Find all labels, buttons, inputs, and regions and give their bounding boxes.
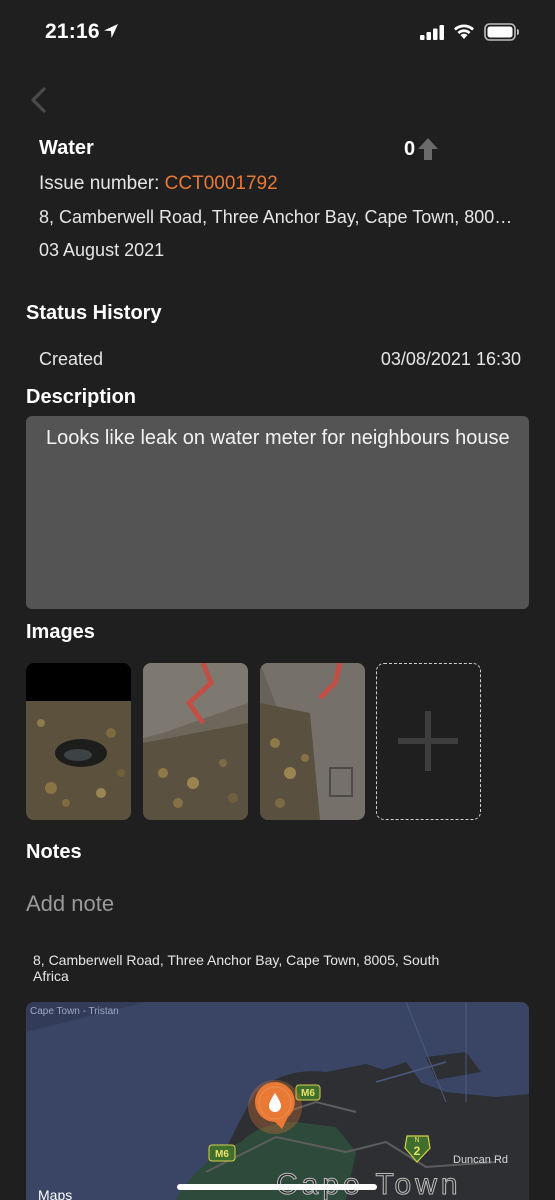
description-heading: Description — [26, 386, 137, 408]
svg-text:M6: M6 — [301, 1088, 315, 1099]
back-button[interactable] — [26, 84, 52, 116]
map-street-label: Duncan Rd — [453, 1154, 508, 1166]
vote-count: 0 — [404, 137, 416, 160]
map-address: 8, Camberwell Road, Three Anchor Bay, Ca… — [33, 952, 440, 984]
status-entry-timestamp: 03/08/2021 16:30 — [380, 349, 521, 369]
image-thumbnail[interactable] — [260, 663, 365, 820]
map-attribution: Maps — [38, 1187, 72, 1200]
status-entry-label: Created — [39, 349, 104, 369]
issue-category: Water — [39, 137, 94, 159]
issue-address: 8, Camberwell Road, Three Anchor Bay, Ca… — [39, 207, 519, 227]
upvote-button[interactable]: 0 — [404, 137, 439, 161]
plus-icon — [398, 711, 458, 771]
svg-text:N: N — [414, 1137, 419, 1144]
svg-text:M6: M6 — [215, 1149, 229, 1160]
water-drop-pin-icon[interactable] — [248, 1080, 302, 1134]
wifi-icon — [454, 24, 474, 39]
issue-number-row: Issue number: CCT0001792 — [39, 173, 278, 195]
image-thumbnail[interactable] — [143, 663, 248, 820]
image-thumbnail[interactable] — [26, 663, 131, 820]
status-bar: 21:16 — [0, 0, 555, 62]
description-field[interactable]: Looks like leak on water meter for neigh… — [26, 416, 529, 609]
arrow-up-icon — [418, 138, 439, 160]
add-image-button[interactable] — [376, 663, 481, 820]
status-time: 21:16 — [45, 20, 100, 43]
issue-number-label: Issue number: — [39, 173, 165, 194]
notes-heading: Notes — [26, 841, 82, 863]
images-heading: Images — [26, 621, 95, 643]
location-map[interactable]: Cape Town - Tristan M6 M6 N 2 Duncan Rd … — [26, 1002, 529, 1200]
map-road-label: Cape Town - Tristan — [30, 1006, 119, 1017]
cellular-signal-icon — [420, 25, 444, 40]
status-history-heading: Status History — [26, 302, 162, 324]
location-arrow-icon — [104, 24, 118, 38]
issue-number: CCT0001792 — [164, 173, 278, 194]
svg-text:2: 2 — [414, 1144, 421, 1158]
issue-date: 03 August 2021 — [39, 240, 165, 260]
battery-icon — [484, 23, 519, 41]
add-note-input[interactable]: Add note — [26, 891, 114, 917]
image-gallery — [26, 663, 486, 820]
home-indicator[interactable] — [177, 1184, 377, 1190]
